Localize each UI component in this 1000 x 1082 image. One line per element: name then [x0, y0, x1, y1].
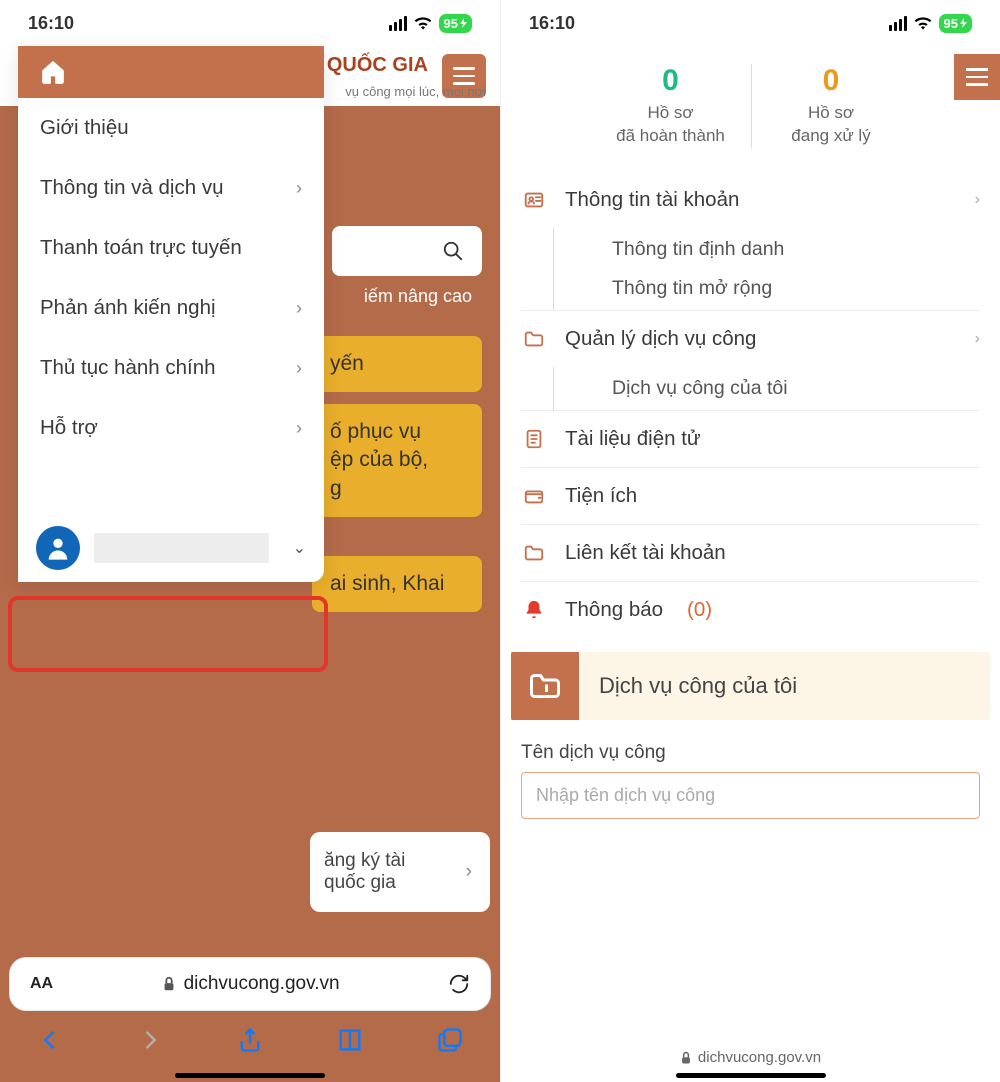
service-search-input[interactable] — [521, 772, 980, 819]
font-size-button[interactable]: AA — [30, 975, 53, 993]
menu-item-link-account[interactable]: Liên kết tài khoản — [521, 524, 980, 581]
menu-sub-myservices[interactable]: Dịch vụ công của tôi — [553, 367, 980, 410]
chevron-right-icon: › — [466, 861, 472, 883]
menu-sub-extended[interactable]: Thông tin mở rộng — [553, 271, 980, 310]
home-indicator — [175, 1073, 325, 1078]
bookmarks-button[interactable] — [336, 1026, 364, 1059]
banner-title: Dịch vụ công của tôi — [599, 673, 797, 699]
home-indicator — [676, 1073, 826, 1078]
address-bar[interactable]: AA dichvucong.gov.vn — [10, 958, 490, 1010]
status-bar: 16:10 95 — [0, 0, 500, 46]
search-bar[interactable] — [332, 226, 482, 276]
id-card-icon — [521, 189, 547, 211]
user-name — [94, 533, 269, 563]
reload-icon[interactable] — [448, 973, 470, 995]
battery-icon: 95 — [439, 14, 472, 33]
service-card[interactable]: ai sinh, Khai — [312, 556, 482, 612]
forward-button — [136, 1026, 164, 1059]
menu-item-documents[interactable]: Tài liệu điện tử — [521, 410, 980, 467]
chevron-right-icon: › — [296, 298, 302, 319]
drawer-item-procedures[interactable]: Thủ tục hành chính› — [18, 338, 324, 398]
wifi-icon — [413, 15, 433, 31]
drawer-item-support[interactable]: Hỗ trợ› — [18, 398, 324, 458]
status-time: 16:10 — [529, 13, 575, 34]
search-icon — [442, 240, 464, 262]
home-button[interactable] — [18, 46, 324, 98]
service-card[interactable]: ố phục vụ ệp của bộ, g — [312, 404, 482, 517]
chevron-right-icon: › — [296, 178, 302, 199]
drawer-item-info[interactable]: Thông tin và dịch vụ› — [18, 158, 324, 218]
lock-icon — [680, 1051, 692, 1065]
menu-sub-identity[interactable]: Thông tin định danh — [553, 228, 980, 271]
wifi-icon — [913, 15, 933, 31]
page-title: G QUỐC GIA — [306, 54, 428, 77]
drawer-item-feedback[interactable]: Phản ánh kiến nghị› — [18, 278, 324, 338]
status-bar: 16:10 95 — [501, 0, 1000, 46]
avatar-icon — [36, 526, 80, 570]
account-menu: Thông tin tài khoản › Thông tin định dan… — [501, 172, 1000, 638]
folder-link-icon — [521, 542, 547, 564]
lock-icon — [162, 976, 176, 992]
menu-item-notifications[interactable]: Thông báo (0) — [521, 581, 980, 638]
share-button[interactable] — [236, 1026, 264, 1059]
document-icon — [521, 428, 547, 450]
drawer-item-payment[interactable]: Thanh toán trực tuyến — [18, 218, 324, 278]
wallet-icon — [521, 485, 547, 507]
bell-icon — [521, 599, 547, 621]
menu-item-utilities[interactable]: Tiện ích — [521, 467, 980, 524]
chevron-right-icon: › — [296, 358, 302, 379]
register-panel[interactable]: ăng ký tài quốc gia › — [310, 832, 490, 912]
menu-button[interactable] — [954, 54, 1000, 100]
stats-row: 0 Hồ sơđã hoàn thành 0 Hồ sơđang xử lý — [501, 46, 1000, 172]
signal-icon — [389, 16, 407, 31]
battery-icon: 95 — [939, 14, 972, 33]
back-button[interactable] — [36, 1026, 64, 1059]
mini-url-bar[interactable]: dichvucong.gov.vn — [501, 1049, 1000, 1066]
folder-info-icon — [511, 652, 579, 720]
notification-count: (0) — [687, 598, 712, 622]
signal-icon — [889, 16, 907, 31]
tabs-button[interactable] — [436, 1026, 464, 1059]
menu-item-account[interactable]: Thông tin tài khoản › — [521, 172, 980, 228]
chevron-right-icon: › — [975, 191, 980, 209]
url-display: dichvucong.gov.vn — [162, 973, 340, 995]
chevron-right-icon: › — [296, 418, 302, 439]
home-icon — [40, 59, 66, 85]
menu-item-services[interactable]: Quản lý dịch vụ công › — [521, 310, 980, 367]
section-banner: Dịch vụ công của tôi — [511, 652, 990, 720]
stat-completed[interactable]: 0 Hồ sơđã hoàn thành — [591, 64, 751, 148]
browser-toolbar — [0, 1018, 500, 1066]
navigation-drawer: Giới thiệu Thông tin và dịch vụ› Thanh t… — [18, 46, 324, 582]
chevron-down-icon: ⌄ — [293, 538, 306, 558]
folder-icon — [521, 328, 547, 350]
advanced-search-link[interactable]: iếm nâng cao — [364, 286, 472, 307]
status-time: 16:10 — [28, 13, 74, 34]
chevron-right-icon: › — [975, 330, 980, 348]
search-label: Tên dịch vụ công — [501, 720, 1000, 772]
service-card[interactable]: yến — [312, 336, 482, 392]
user-account-dropdown[interactable]: ⌄ — [18, 514, 324, 582]
page-subtitle: vụ công mọi lúc, mọi nơi — [345, 84, 486, 99]
stat-processing[interactable]: 0 Hồ sơđang xử lý — [751, 64, 911, 148]
drawer-item-intro[interactable]: Giới thiệu — [18, 98, 324, 158]
